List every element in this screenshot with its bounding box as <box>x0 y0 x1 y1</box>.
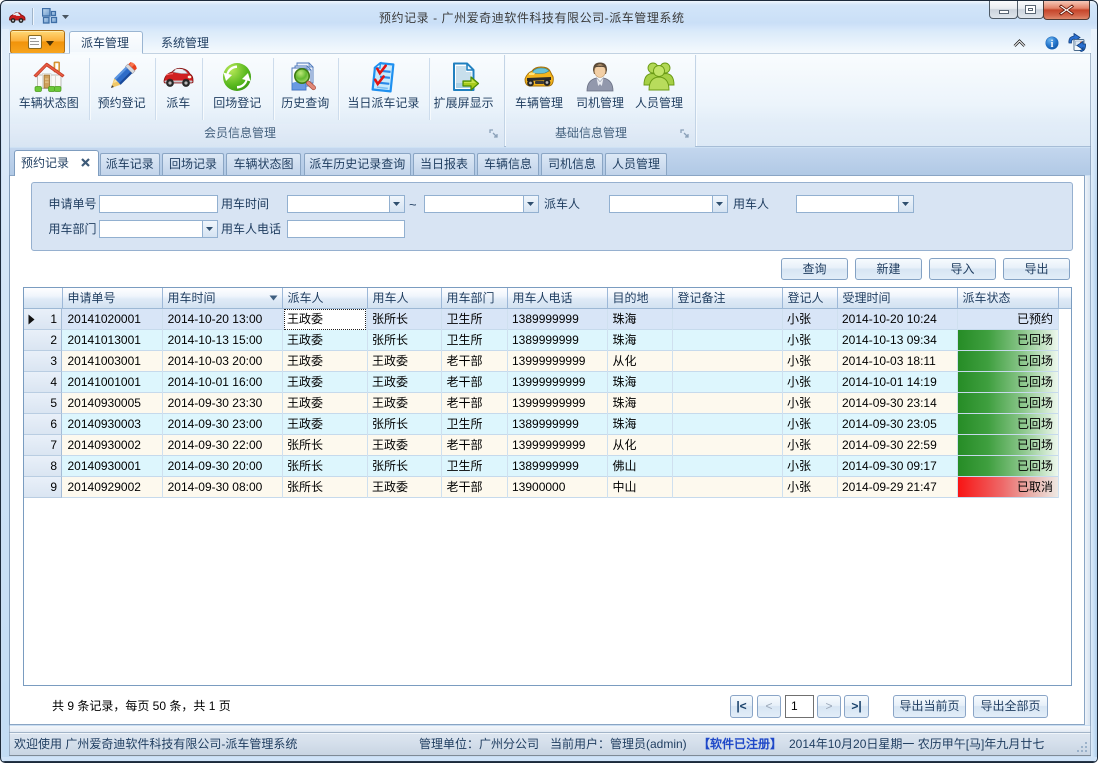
svg-text:i: i <box>1051 39 1054 50</box>
